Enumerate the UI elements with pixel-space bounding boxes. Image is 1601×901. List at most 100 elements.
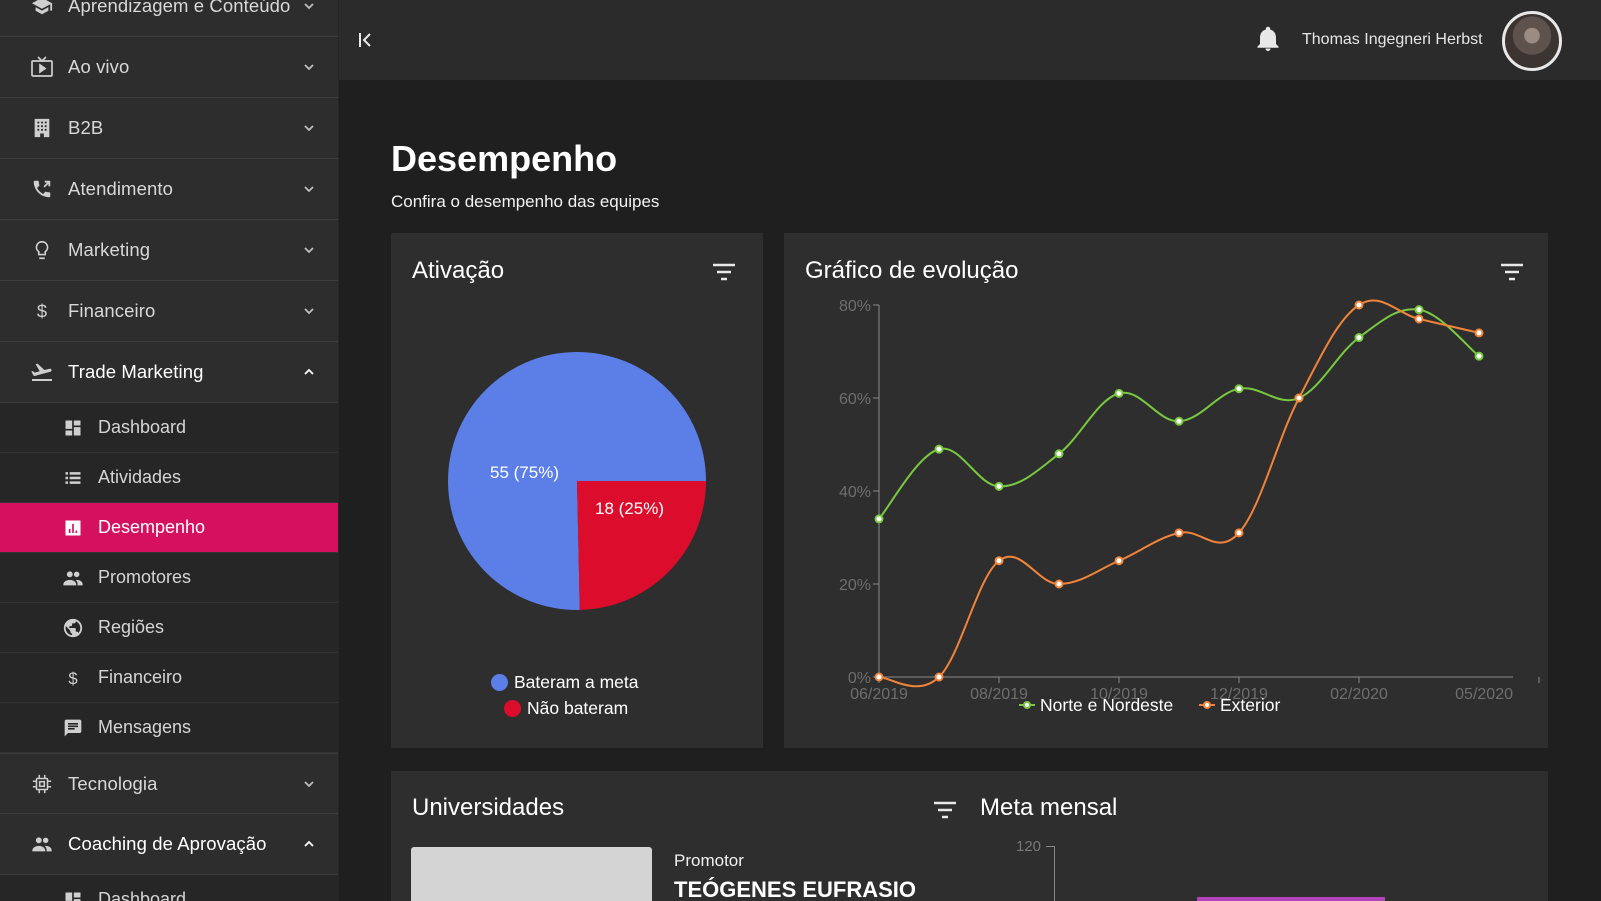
data-point[interactable] <box>1114 556 1124 566</box>
data-point[interactable] <box>1354 333 1364 343</box>
sidebar-group-tecnologia[interactable]: Tecnologia <box>0 753 338 814</box>
tv-icon <box>30 55 54 79</box>
sidebar-group-marketing[interactable]: Marketing <box>0 220 338 281</box>
sidebar-item-mensagens[interactable]: Mensagens <box>0 703 338 753</box>
promotor-name: TEÓGENES EUFRASIO <box>674 877 917 901</box>
sidebar-group-label: Trade Marketing <box>68 361 204 382</box>
sidebar-group-trade-marketing[interactable]: Trade Marketing <box>0 342 338 403</box>
people-icon <box>30 832 54 856</box>
legend-marker <box>1023 701 1031 709</box>
user-name[interactable]: Thomas Ingegneri Herbst <box>1302 31 1483 49</box>
data-point[interactable] <box>874 672 884 682</box>
legend-label: Bateram a meta <box>514 672 639 692</box>
chevron-down-icon <box>302 0 316 13</box>
y-tick-label: 0% <box>848 670 871 687</box>
sidebar-group-atendimento[interactable]: Atendimento <box>0 159 338 220</box>
chevron-down-icon <box>302 777 316 791</box>
legend-item-nao-bateram[interactable]: Não bateram <box>504 698 628 719</box>
legend-dot <box>491 674 508 691</box>
dashboard-icon <box>62 889 84 901</box>
meta-bar <box>1197 897 1385 901</box>
data-point[interactable] <box>1414 305 1424 315</box>
data-point[interactable] <box>1414 314 1424 324</box>
people-icon <box>62 567 84 589</box>
ativacao-pie-chart: 55 (75%) 18 (25%) <box>448 351 706 610</box>
legend-label[interactable]: Exterior <box>1220 695 1280 715</box>
data-point[interactable] <box>934 444 944 454</box>
data-point[interactable] <box>1234 384 1244 394</box>
chevron-down-icon <box>302 60 316 74</box>
data-point[interactable] <box>1294 393 1304 403</box>
promotor-photo <box>411 847 652 901</box>
sidebar: Aprendizagem e Conteúdo Ao vivo B2B Aten… <box>0 0 339 901</box>
list-icon <box>62 467 84 489</box>
sidebar-group-label: Aprendizagem e Conteúdo <box>68 0 291 16</box>
sidebar-item-label: Desempenho <box>98 517 206 537</box>
sidebar-item-coaching-dashboard[interactable]: Dashboard <box>0 875 338 901</box>
sidebar-group-label: Coaching de Aprovação <box>68 833 267 854</box>
svg-text:$: $ <box>37 300 47 321</box>
legend-item-bateram[interactable]: Bateram a meta <box>491 672 639 693</box>
sidebar-item-desempenho[interactable]: Desempenho <box>0 503 338 553</box>
legend-label: Não bateram <box>527 698 629 718</box>
data-point[interactable] <box>1114 388 1124 398</box>
bar-chart-icon <box>62 517 84 539</box>
sidebar-item-financeiro[interactable]: $ Financeiro <box>0 653 338 703</box>
user-avatar[interactable] <box>1502 11 1562 71</box>
meta-axis-line <box>1054 846 1055 901</box>
data-point[interactable] <box>994 481 1004 491</box>
meta-axis-label: 120 <box>1016 838 1042 855</box>
notification-bell-icon[interactable] <box>1256 26 1282 54</box>
sidebar-group-financeiro[interactable]: $ Financeiro <box>0 281 338 342</box>
x-tick-label: 06/2019 <box>850 686 908 703</box>
pie-label-0: 55 (75%) <box>490 463 559 482</box>
series-line-0 <box>878 308 1480 520</box>
chevron-down-icon <box>302 182 316 196</box>
top-bar: Thomas Ingegneri Herbst <box>339 0 1601 80</box>
sidebar-group-label: Tecnologia <box>68 772 158 794</box>
data-point[interactable] <box>874 514 884 524</box>
data-point[interactable] <box>1474 328 1484 338</box>
graduation-cap-icon <box>30 0 54 18</box>
chevron-down-icon <box>302 121 316 135</box>
sidebar-item-label: Dashboard <box>98 417 187 437</box>
data-point[interactable] <box>1354 300 1364 310</box>
data-point[interactable] <box>1054 449 1064 459</box>
meta-mensal-title: Meta mensal <box>980 794 1118 821</box>
meta-axis-tick <box>1046 846 1054 847</box>
chevron-down-icon <box>302 304 316 318</box>
data-point[interactable] <box>934 672 944 682</box>
sidebar-item-label: Financeiro <box>98 667 183 687</box>
chevron-up-icon <box>302 365 316 379</box>
sidebar-group-coaching[interactable]: Coaching de Aprovação <box>0 814 338 875</box>
legend-label[interactable]: Norte e Nordeste <box>1040 695 1173 715</box>
data-point[interactable] <box>994 556 1004 566</box>
sidebar-item-atividades[interactable]: Atividades <box>0 453 338 503</box>
filter-icon[interactable] <box>932 800 958 820</box>
data-point[interactable] <box>1474 351 1484 361</box>
y-tick-label: 40% <box>839 484 871 501</box>
building-icon <box>30 116 54 140</box>
pie-label-1: 18 (25%) <box>595 499 664 518</box>
sidebar-item-label: Dashboard <box>98 889 187 901</box>
evolucao-line-chart: 0%20%40%60%80%06/2019 08/2019 10/2019 12/20… <box>839 298 1540 715</box>
sidebar-group-b2b[interactable]: B2B <box>0 98 338 159</box>
sidebar-item-regioes[interactable]: Regiões <box>0 603 338 653</box>
chip-icon <box>30 772 54 796</box>
globe-icon <box>62 617 84 639</box>
message-icon <box>62 717 84 739</box>
collapse-sidebar-icon[interactable] <box>355 29 377 51</box>
data-point[interactable] <box>1234 528 1244 538</box>
sidebar-item-promotores[interactable]: Promotores <box>0 553 338 603</box>
sidebar-item-label: Atividades <box>98 467 182 487</box>
data-point[interactable] <box>1054 579 1064 589</box>
y-tick-label: 60% <box>839 391 871 408</box>
x-tick-label: 08/2019 <box>970 686 1028 703</box>
sidebar-group-ao-vivo[interactable]: Ao vivo <box>0 37 338 98</box>
data-point[interactable] <box>1174 416 1184 426</box>
sidebar-group-aprendizagem[interactable]: Aprendizagem e Conteúdo <box>0 0 338 37</box>
sidebar-item-dashboard[interactable]: Dashboard <box>0 403 338 453</box>
dollar-icon: $ <box>62 667 84 689</box>
universidades-meta-card: Universidades Meta mensal Promotor TEÓGE… <box>391 771 1548 901</box>
data-point[interactable] <box>1174 528 1184 538</box>
